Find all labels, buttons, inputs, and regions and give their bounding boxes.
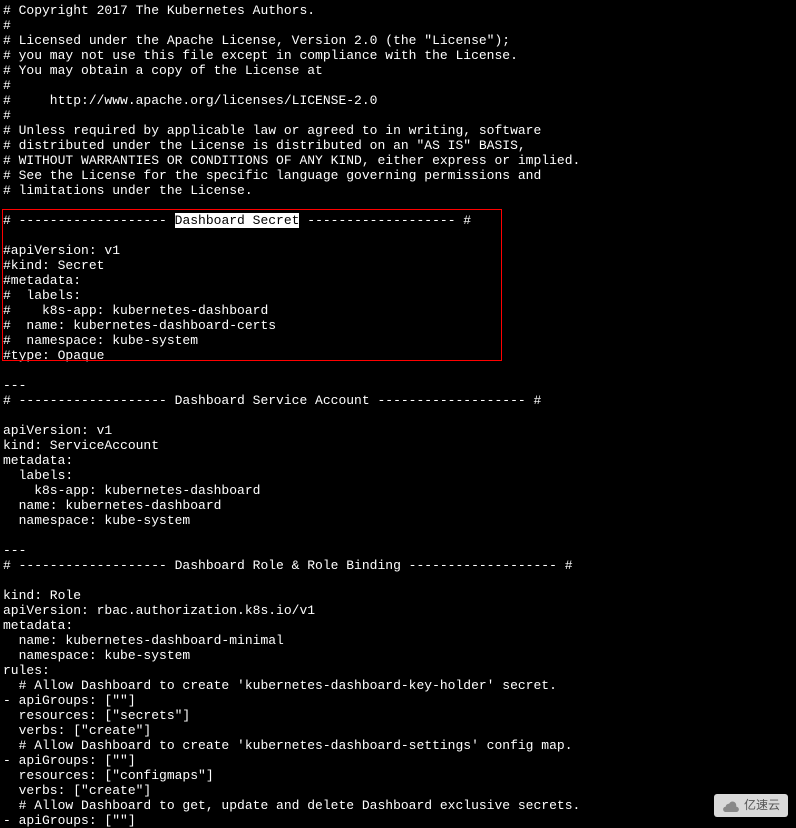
yaml-line: apiVersion: v1 — [3, 423, 793, 438]
comment-line: # — [3, 78, 793, 93]
comment-line: # limitations under the License. — [3, 183, 793, 198]
blank-line — [3, 363, 793, 378]
yaml-line: verbs: ["create"] — [3, 723, 793, 738]
yaml-line: #metadata: — [3, 273, 793, 288]
yaml-line: kind: ServiceAccount — [3, 438, 793, 453]
cloud-icon — [722, 799, 740, 813]
yaml-separator: --- — [3, 378, 793, 393]
section-header-secret: # ------------------- Dashboard Secret -… — [3, 213, 793, 228]
comment-line: # you may not use this file except in co… — [3, 48, 793, 63]
yaml-line: metadata: — [3, 453, 793, 468]
comment-line: # Copyright 2017 The Kubernetes Authors. — [3, 3, 793, 18]
yaml-line: resources: ["configmaps"] — [3, 768, 793, 783]
yaml-separator: --- — [3, 543, 793, 558]
yaml-line: labels: — [3, 468, 793, 483]
comment-line: # distributed under the License is distr… — [3, 138, 793, 153]
watermark-text: 亿速云 — [744, 798, 780, 813]
yaml-line: # k8s-app: kubernetes-dashboard — [3, 303, 793, 318]
section-header-role: # ------------------- Dashboard Role & R… — [3, 558, 793, 573]
comment-line: # Unless required by applicable law or a… — [3, 123, 793, 138]
terminal-editor[interactable]: # Copyright 2017 The Kubernetes Authors.… — [3, 3, 793, 828]
section-header-service-account: # ------------------- Dashboard Service … — [3, 393, 793, 408]
blank-line — [3, 408, 793, 423]
yaml-line: name: kubernetes-dashboard-minimal — [3, 633, 793, 648]
yaml-line: - apiGroups: [""] — [3, 813, 793, 828]
comment-line: # — [3, 108, 793, 123]
yaml-line: verbs: ["create"] — [3, 783, 793, 798]
yaml-line: metadata: — [3, 618, 793, 633]
comment-line: # You may obtain a copy of the License a… — [3, 63, 793, 78]
yaml-line: # Allow Dashboard to create 'kubernetes-… — [3, 738, 793, 753]
blank-line — [3, 228, 793, 243]
yaml-line: resources: ["secrets"] — [3, 708, 793, 723]
yaml-line: # labels: — [3, 288, 793, 303]
yaml-line: # Allow Dashboard to create 'kubernetes-… — [3, 678, 793, 693]
comment-line: # http://www.apache.org/licenses/LICENSE… — [3, 93, 793, 108]
yaml-line: namespace: kube-system — [3, 648, 793, 663]
yaml-line: #type: Opaque — [3, 348, 793, 363]
yaml-line: - apiGroups: [""] — [3, 753, 793, 768]
yaml-line: #kind: Secret — [3, 258, 793, 273]
blank-line — [3, 528, 793, 543]
yaml-line: # Allow Dashboard to get, update and del… — [3, 798, 793, 813]
yaml-line: k8s-app: kubernetes-dashboard — [3, 483, 793, 498]
yaml-line: #apiVersion: v1 — [3, 243, 793, 258]
selected-text: Dashboard Secret — [175, 213, 300, 228]
yaml-line: apiVersion: rbac.authorization.k8s.io/v1 — [3, 603, 793, 618]
comment-line: # See the License for the specific langu… — [3, 168, 793, 183]
yaml-line: namespace: kube-system — [3, 513, 793, 528]
comment-line: # Licensed under the Apache License, Ver… — [3, 33, 793, 48]
yaml-line: kind: Role — [3, 588, 793, 603]
yaml-line: - apiGroups: [""] — [3, 693, 793, 708]
yaml-line: # name: kubernetes-dashboard-certs — [3, 318, 793, 333]
blank-line — [3, 198, 793, 213]
comment-line: # — [3, 18, 793, 33]
yaml-line: rules: — [3, 663, 793, 678]
watermark: 亿速云 — [714, 794, 788, 817]
yaml-line: # namespace: kube-system — [3, 333, 793, 348]
yaml-line: name: kubernetes-dashboard — [3, 498, 793, 513]
blank-line — [3, 573, 793, 588]
comment-line: # WITHOUT WARRANTIES OR CONDITIONS OF AN… — [3, 153, 793, 168]
